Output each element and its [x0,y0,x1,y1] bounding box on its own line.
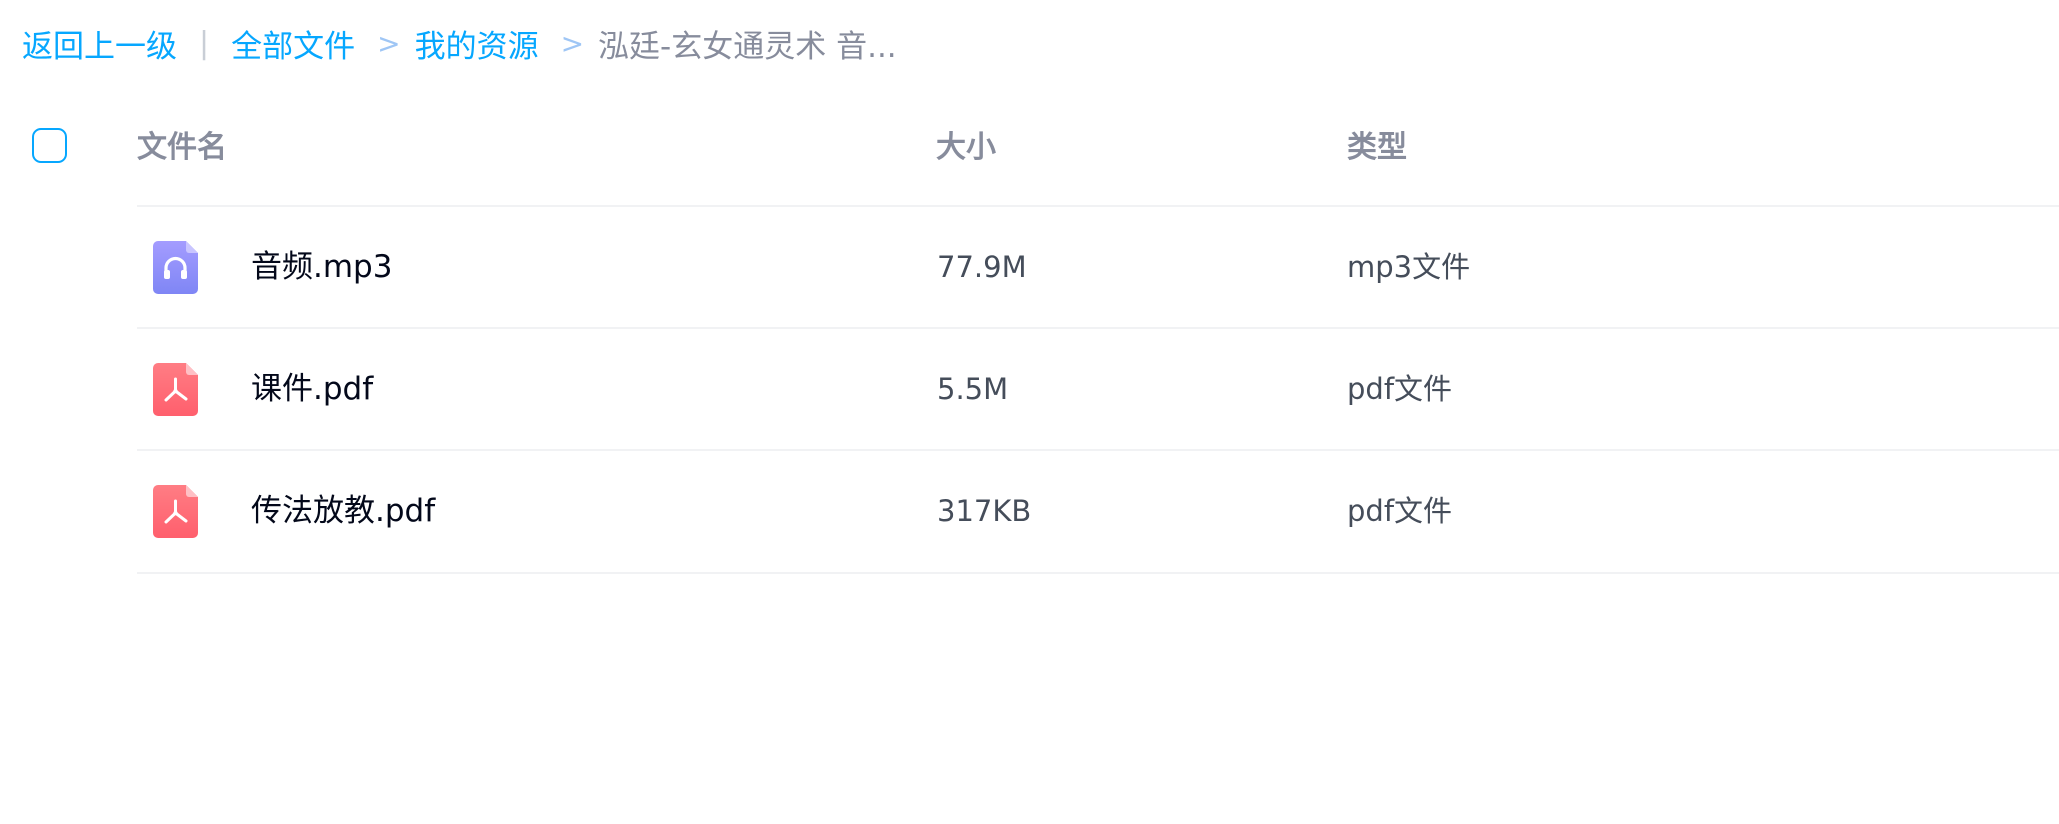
breadcrumb-separator: > [560,26,585,60]
breadcrumb-separator: > [377,26,401,60]
file-type: pdf文件 [1347,494,1453,528]
table-row[interactable]: 课件.pdf 5.5M pdf文件 [137,329,2059,449]
file-type: pdf文件 [1347,372,1453,406]
table-row[interactable]: 传法放教.pdf 317KB pdf文件 [137,451,2059,571]
row-divider [137,572,2059,574]
back-link[interactable]: 返回上一级 [22,21,177,66]
file-size: 317KB [937,494,1032,528]
table-row[interactable]: 音频.mp3 77.9M mp3文件 [137,207,2059,327]
file-browser: 返回上一级 | 全部文件 > 我的资源 > 泓廷-玄女通灵术 音... 文件名 … [0,0,2059,824]
breadcrumb-current-folder: 泓廷-玄女通灵术 音... [598,28,897,65]
pdf-file-icon [153,485,198,538]
breadcrumb-item-all-files[interactable]: 全部文件 [231,21,355,66]
audio-file-icon [153,241,198,294]
column-header-size[interactable]: 大小 [936,126,996,170]
breadcrumb: 返回上一级 | 全部文件 > 我的资源 > 泓廷-玄女通灵术 音... [22,18,897,68]
pdf-file-icon [153,363,198,416]
column-header-type[interactable]: 类型 [1347,126,1407,170]
breadcrumb-divider: | [199,25,210,61]
file-size: 5.5M [937,372,1009,406]
file-name[interactable]: 课件.pdf [251,329,373,449]
file-size: 77.9M [937,250,1027,284]
file-name[interactable]: 音频.mp3 [251,207,392,327]
file-name[interactable]: 传法放教.pdf [251,451,435,571]
column-header-name[interactable]: 文件名 [137,126,227,170]
select-all-checkbox[interactable] [32,128,67,163]
file-type: mp3文件 [1347,250,1471,284]
breadcrumb-item-my-resources[interactable]: 我的资源 [415,21,539,66]
